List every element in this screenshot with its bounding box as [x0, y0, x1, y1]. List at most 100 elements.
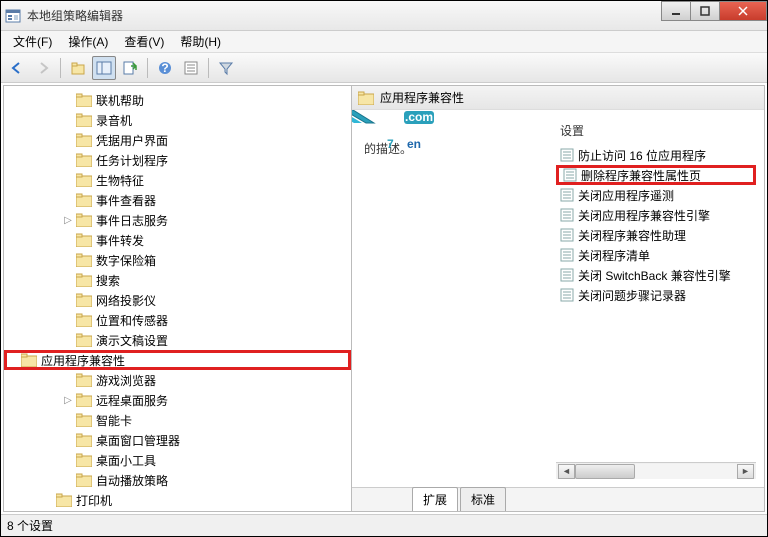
- details-title: 应用程序兼容性: [380, 89, 464, 106]
- folder-icon: [76, 173, 92, 187]
- setting-item[interactable]: 删除程序兼容性属性页: [556, 165, 756, 185]
- scroll-track[interactable]: [575, 464, 737, 479]
- tree-item[interactable]: 演示文稿设置: [4, 330, 351, 350]
- expand-spacer: [62, 314, 74, 326]
- setting-item[interactable]: 关闭程序兼容性助理: [556, 225, 756, 245]
- tree-item[interactable]: 桌面窗口管理器: [4, 430, 351, 450]
- setting-label: 防止访问 16 位应用程序: [578, 147, 706, 164]
- folder-icon: [76, 333, 92, 347]
- menu-file[interactable]: 文件(F): [5, 31, 60, 52]
- tree-item-label: 录音机: [96, 112, 132, 129]
- folder-icon: [76, 393, 92, 407]
- export-button[interactable]: [118, 56, 142, 80]
- folder-icon: [76, 133, 92, 147]
- policy-icon: [560, 188, 574, 202]
- back-button[interactable]: [5, 56, 29, 80]
- help-button[interactable]: ?: [153, 56, 177, 80]
- menu-action[interactable]: 操作(A): [60, 31, 116, 52]
- setting-label: 关闭问题步骤记录器: [578, 287, 686, 304]
- tree-item[interactable]: 桌面小工具: [4, 450, 351, 470]
- scroll-left-button[interactable]: ◄: [558, 464, 575, 479]
- tree-item-label: 远程桌面服务: [96, 392, 168, 409]
- tree-panel[interactable]: 联机帮助录音机凭据用户界面任务计划程序生物特征事件查看器 ▷ 事件日志服务事件转发数…: [4, 86, 352, 511]
- tree-item-label: 事件日志服务: [96, 212, 168, 229]
- folder-icon: [76, 413, 92, 427]
- expand-spacer: [62, 194, 74, 206]
- tree-item-label: 网络投影仪: [96, 292, 156, 309]
- tree-item[interactable]: 联机帮助: [4, 90, 351, 110]
- expand-spacer: [62, 474, 74, 486]
- policy-icon: [560, 208, 574, 222]
- setting-item[interactable]: 关闭问题步骤记录器: [556, 285, 756, 305]
- menu-view[interactable]: 查看(V): [116, 31, 172, 52]
- expand-spacer: [62, 94, 74, 106]
- expand-arrow-icon[interactable]: ▷: [62, 394, 74, 406]
- tree-item[interactable]: 凭据用户界面: [4, 130, 351, 150]
- titlebar: 本地组策略编辑器: [1, 1, 767, 31]
- toolbar-sep: [60, 58, 61, 78]
- tree-item[interactable]: 应用程序兼容性: [4, 350, 351, 370]
- expand-spacer: [62, 434, 74, 446]
- maximize-button[interactable]: [690, 1, 720, 21]
- tree-item[interactable]: 事件查看器: [4, 190, 351, 210]
- svg-text:?: ?: [161, 61, 168, 75]
- setting-item[interactable]: 关闭应用程序遥测: [556, 185, 756, 205]
- tree-item[interactable]: 游戏浏览器: [4, 370, 351, 390]
- setting-item[interactable]: 关闭应用程序兼容性引擎: [556, 205, 756, 225]
- minimize-button[interactable]: [661, 1, 691, 21]
- tree-item[interactable]: 数字保险箱: [4, 250, 351, 270]
- horizontal-scrollbar[interactable]: ◄ ►: [556, 462, 756, 479]
- setting-item[interactable]: 关闭程序清单: [556, 245, 756, 265]
- tree-item[interactable]: 搜索: [4, 270, 351, 290]
- description-hint: 的描述。: [364, 142, 412, 156]
- close-button[interactable]: [719, 1, 767, 21]
- scroll-right-button[interactable]: ►: [737, 464, 754, 479]
- details-body: Windows7en .com 的描述。 设置 防止访问 16 位应用程序删除程…: [352, 110, 764, 487]
- tree-item[interactable]: 自动播放策略: [4, 470, 351, 490]
- app-icon: [5, 8, 21, 24]
- tree-item[interactable]: ▷ 事件日志服务: [4, 210, 351, 230]
- policy-icon: [560, 228, 574, 242]
- toolbar-sep: [208, 58, 209, 78]
- tree-item[interactable]: 录音机: [4, 110, 351, 130]
- setting-label: 关闭应用程序兼容性引擎: [578, 207, 710, 224]
- properties-button[interactable]: [179, 56, 203, 80]
- tree-item[interactable]: 网络投影仪: [4, 290, 351, 310]
- folder-icon: [76, 293, 92, 307]
- tree-item-label: 游戏浏览器: [96, 372, 156, 389]
- tree-item[interactable]: ▷ 远程桌面服务: [4, 390, 351, 410]
- tree-item[interactable]: 任务计划程序: [4, 150, 351, 170]
- tree-item[interactable]: 位置和传感器: [4, 310, 351, 330]
- tree-item-label: 数字保险箱: [96, 252, 156, 269]
- folder-icon: [76, 113, 92, 127]
- filter-button[interactable]: [214, 56, 238, 80]
- policy-icon: [560, 288, 574, 302]
- tree-item-label: 自动播放策略: [96, 472, 168, 489]
- settings-list: 防止访问 16 位应用程序删除程序兼容性属性页关闭应用程序遥测关闭应用程序兼容性…: [556, 145, 756, 305]
- policy-icon: [560, 248, 574, 262]
- tree-item[interactable]: 智能卡: [4, 410, 351, 430]
- tree-item[interactable]: 生物特征: [4, 170, 351, 190]
- up-button[interactable]: [66, 56, 90, 80]
- expand-arrow-icon[interactable]: ▷: [62, 214, 74, 226]
- tree-item-label: 桌面窗口管理器: [96, 432, 180, 449]
- tab-standard[interactable]: 标准: [460, 487, 506, 511]
- app-window: 本地组策略编辑器 文件(F) 操作(A) 查看(V) 帮助(H) ? 联机帮助录…: [0, 0, 768, 537]
- description-column: 的描述。: [352, 110, 552, 487]
- show-hide-tree-button[interactable]: [92, 56, 116, 80]
- scroll-thumb[interactable]: [575, 464, 635, 479]
- expand-spacer: [62, 454, 74, 466]
- menu-help[interactable]: 帮助(H): [172, 31, 229, 52]
- tab-extended[interactable]: 扩展: [412, 487, 458, 511]
- setting-item[interactable]: 防止访问 16 位应用程序: [556, 145, 756, 165]
- tree-item[interactable]: 事件转发: [4, 230, 351, 250]
- statusbar: 8 个设置: [1, 514, 767, 536]
- setting-item[interactable]: 关闭 SwitchBack 兼容性引擎: [556, 265, 756, 285]
- window-title: 本地组策略编辑器: [27, 7, 763, 24]
- details-panel: 应用程序兼容性 Windows7en .com 的描述。 设置 防止访问 16: [352, 86, 764, 511]
- tree-item[interactable]: 打印机: [4, 490, 351, 510]
- folder-icon: [76, 153, 92, 167]
- forward-button[interactable]: [31, 56, 55, 80]
- expand-spacer: [62, 234, 74, 246]
- status-text: 8 个设置: [7, 517, 53, 534]
